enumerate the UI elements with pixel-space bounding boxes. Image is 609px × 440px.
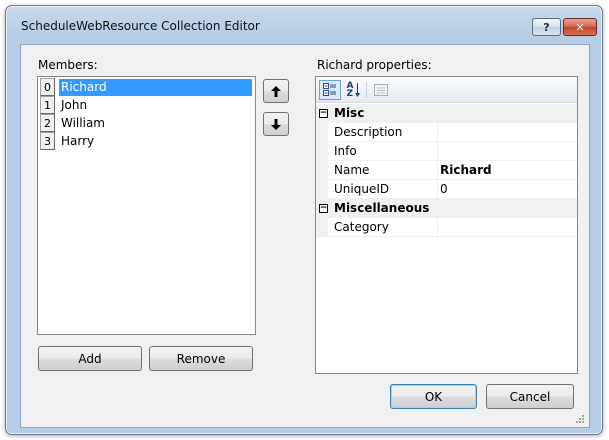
member-item-john[interactable]: 1 John — [39, 96, 254, 114]
window-title: ScheduleWebResource Collection Editor — [21, 19, 260, 33]
member-index: 3 — [40, 132, 55, 150]
members-list[interactable]: 0 Richard 1 John 2 William 3 Harry — [37, 76, 256, 335]
property-value[interactable]: 0 — [440, 182, 448, 196]
column-splitter — [437, 218, 438, 237]
member-item-william[interactable]: 2 William — [39, 114, 254, 132]
title-bar[interactable]: ScheduleWebResource Collection Editor ? … — [6, 6, 602, 38]
row-gutter — [316, 218, 328, 237]
property-rows: − Misc Description Info Name Richard Uni… — [316, 104, 577, 237]
row-gutter — [316, 161, 328, 180]
members-label: Members: — [38, 58, 98, 72]
sort-alphabetical-icon: A Z — [346, 81, 354, 99]
property-value[interactable]: Richard — [440, 163, 492, 177]
arrow-down-icon — [271, 118, 281, 130]
properties-label: Richard properties: — [317, 58, 432, 72]
ok-button[interactable]: OK — [390, 384, 477, 409]
row-gutter — [316, 142, 328, 161]
member-index: 0 — [40, 78, 55, 96]
member-name: Richard — [59, 78, 252, 96]
property-name: Category — [334, 220, 389, 234]
cancel-button[interactable]: Cancel — [486, 384, 574, 409]
cancel-button-label: Cancel — [509, 389, 551, 404]
member-name: John — [61, 97, 88, 112]
property-name: Description — [334, 125, 403, 139]
remove-button-label: Remove — [176, 351, 226, 366]
add-button[interactable]: Add — [38, 346, 142, 371]
column-splitter — [437, 180, 438, 199]
property-grid-toolbar: A Z — [316, 77, 577, 103]
collapse-icon[interactable]: − — [319, 108, 328, 118]
property-row-uniqueid[interactable]: UniqueID 0 — [316, 180, 577, 199]
help-button[interactable]: ? — [532, 18, 561, 36]
collapse-icon[interactable]: − — [319, 203, 328, 213]
property-name: Name — [334, 163, 370, 177]
member-index: 2 — [40, 114, 55, 132]
category-label: Misc — [334, 106, 365, 120]
ok-button-label: OK — [424, 389, 443, 404]
move-down-button[interactable] — [263, 112, 289, 136]
alphabetical-button[interactable]: A Z — [342, 80, 364, 100]
close-button[interactable]: ✕ — [563, 18, 597, 36]
collection-editor-window: ScheduleWebResource Collection Editor ? … — [5, 5, 603, 435]
category-miscellaneous[interactable]: − Miscellaneous — [316, 199, 577, 218]
categorized-icon — [323, 83, 336, 96]
add-button-label: Add — [78, 351, 102, 366]
member-item-harry[interactable]: 3 Harry — [39, 132, 254, 150]
category-misc[interactable]: − Misc — [316, 104, 577, 123]
category-label: Miscellaneous — [334, 201, 430, 215]
member-index: 1 — [40, 96, 55, 114]
property-name: UniqueID — [334, 182, 390, 196]
categorized-button[interactable] — [319, 80, 341, 100]
property-row-category[interactable]: Category — [316, 218, 577, 237]
sort-arrow-down-icon — [354, 83, 360, 97]
toolbar-separator — [366, 82, 367, 98]
help-icon: ? — [543, 20, 550, 34]
close-icon: ✕ — [575, 20, 585, 34]
property-name: Info — [334, 144, 357, 158]
property-grid[interactable]: A Z − Misc Description Info Name Richard… — [315, 76, 578, 374]
member-name: Harry — [61, 133, 95, 148]
resize-grip-icon[interactable] — [575, 414, 585, 424]
move-up-button[interactable] — [263, 79, 289, 103]
property-row-info[interactable]: Info — [316, 142, 577, 161]
dialog-client-area: Members: Richard properties: 0 Richard 1… — [20, 44, 590, 428]
remove-button[interactable]: Remove — [149, 346, 253, 371]
row-gutter — [316, 123, 328, 142]
member-item-richard[interactable]: 0 Richard — [39, 78, 254, 96]
property-row-name[interactable]: Name Richard — [316, 161, 577, 180]
column-splitter — [437, 142, 438, 161]
member-name: William — [61, 115, 105, 130]
row-gutter — [316, 180, 328, 199]
property-row-description[interactable]: Description — [316, 123, 577, 142]
arrow-up-icon — [271, 85, 281, 97]
property-pages-button[interactable] — [370, 80, 392, 100]
column-splitter — [437, 123, 438, 142]
column-splitter — [437, 161, 438, 180]
property-pages-icon — [374, 84, 388, 96]
